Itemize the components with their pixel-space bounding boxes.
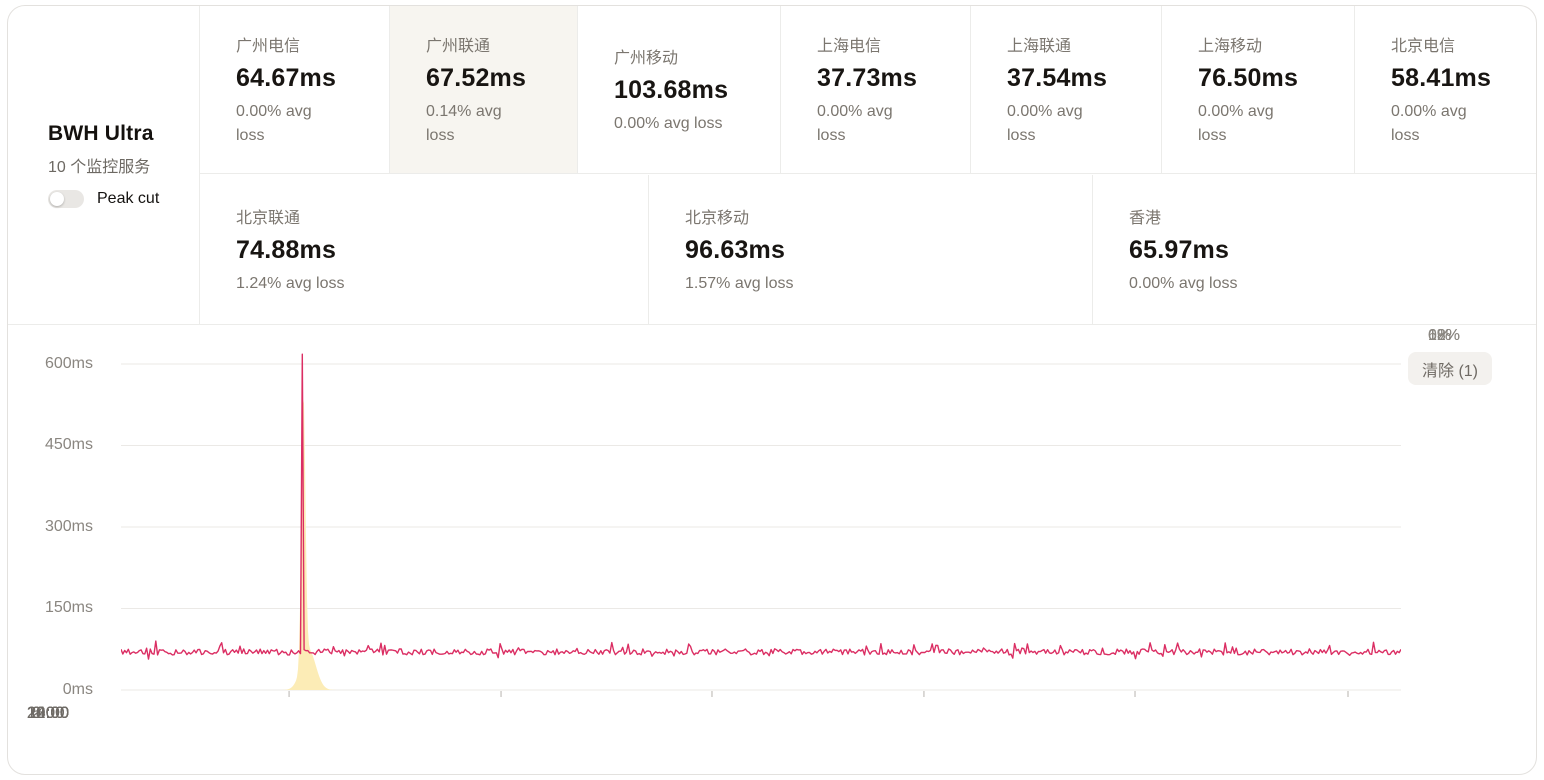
y-axis-tick-ms: 0ms [21, 679, 93, 701]
node-loss: 0.14% avg loss [426, 100, 512, 148]
latency-chart-section: 清除 (1) 0ms 150ms 300ms 450ms 600ms 0% 6%… [8, 324, 1536, 775]
node-loss: 1.24% avg loss [236, 272, 620, 296]
node-loss: 0.00% avg loss [1129, 272, 1508, 296]
server-title: BWH Ultra [48, 122, 199, 146]
node-loss: 0.00% avg loss [1391, 100, 1477, 148]
node-latency: 37.54ms [1007, 64, 1133, 93]
node-loss: 0.00% avg loss [817, 100, 903, 148]
node-card[interactable]: 北京电信 58.41ms 0.00% avg loss [1354, 6, 1536, 173]
clear-selection-button[interactable]: 清除 (1) [1408, 352, 1492, 385]
node-latency: 74.88ms [236, 236, 620, 265]
peak-cut-label: Peak cut [97, 190, 159, 208]
node-card[interactable]: 广州电信 64.67ms 0.00% avg loss [200, 6, 389, 173]
node-name: 广州电信 [236, 32, 361, 56]
node-name: 香港 [1129, 204, 1508, 228]
node-loss: 1.57% avg loss [685, 272, 1064, 296]
node-name: 上海联通 [1007, 32, 1133, 56]
node-latency: 76.50ms [1198, 64, 1326, 93]
latency-loss-plot[interactable] [121, 338, 1401, 698]
node-latency: 103.68ms [614, 76, 752, 105]
node-name: 北京电信 [1391, 32, 1508, 56]
node-name: 广州联通 [426, 32, 549, 56]
toggle-knob-icon [50, 192, 64, 206]
node-card[interactable]: 香港 65.97ms 0.00% avg loss [1092, 175, 1536, 324]
node-latency: 64.67ms [236, 64, 361, 93]
node-latency: 37.73ms [817, 64, 942, 93]
node-name: 北京移动 [685, 204, 1064, 228]
x-axis-tick-time: 18:00 [8, 703, 88, 723]
y-axis-tick-ms: 600ms [21, 353, 93, 375]
node-latency: 96.63ms [685, 236, 1064, 265]
peak-cut-toggle[interactable] [48, 190, 84, 208]
node-latency: 65.97ms [1129, 236, 1508, 265]
y-axis-tick-ms: 300ms [21, 516, 93, 538]
node-loss: 0.00% avg loss [1007, 100, 1093, 148]
y-axis-tick-pct: 18% [1428, 325, 1488, 347]
node-name: 上海移动 [1198, 32, 1326, 56]
dashboard-card: BWH Ultra 10 个监控服务 Peak cut 广州电信 64.67ms… [7, 5, 1537, 775]
y-axis-tick-ms: 150ms [21, 597, 93, 619]
node-card[interactable]: 广州联通 67.52ms 0.14% avg loss [389, 6, 577, 173]
node-name: 广州移动 [614, 44, 752, 68]
node-card[interactable]: 上海联通 37.54ms 0.00% avg loss [970, 6, 1161, 173]
node-loss: 0.00% avg loss [1198, 100, 1284, 148]
node-card[interactable]: 上海电信 37.73ms 0.00% avg loss [780, 6, 970, 173]
node-card[interactable]: 北京联通 74.88ms 1.24% avg loss [200, 175, 648, 324]
monitoring-dashboard: BWH Ultra 10 个监控服务 Peak cut 广州电信 64.67ms… [0, 0, 1544, 780]
node-loss: 0.00% avg loss [614, 112, 752, 136]
node-card[interactable]: 上海移动 76.50ms 0.00% avg loss [1161, 6, 1354, 173]
node-name: 上海电信 [817, 32, 942, 56]
node-card[interactable]: 北京移动 96.63ms 1.57% avg loss [648, 175, 1092, 324]
node-cards-row-1: 广州电信 64.67ms 0.00% avg loss 广州联通 67.52ms… [200, 6, 1536, 174]
monitor-count-label: 10 个监控服务 [48, 153, 199, 177]
peak-cut-row: Peak cut [48, 190, 199, 208]
node-card[interactable]: 广州移动 103.68ms 0.00% avg loss [577, 6, 780, 173]
node-cards-row-2: 北京联通 74.88ms 1.24% avg loss 北京移动 96.63ms… [200, 175, 1536, 324]
node-loss: 0.00% avg loss [236, 100, 322, 148]
node-latency: 58.41ms [1391, 64, 1508, 93]
summary-panel: BWH Ultra 10 个监控服务 Peak cut [8, 6, 200, 324]
node-name: 北京联通 [236, 204, 620, 228]
y-axis-tick-ms: 450ms [21, 434, 93, 456]
node-latency: 67.52ms [426, 64, 549, 93]
